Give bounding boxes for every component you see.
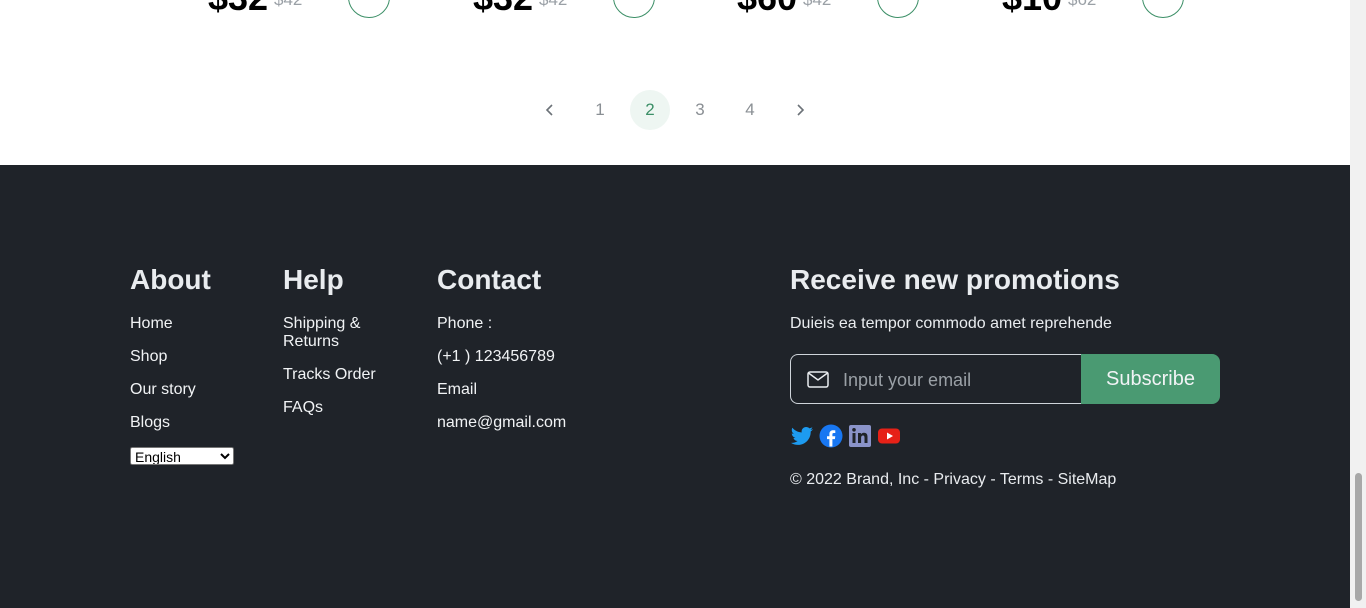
pagination-prev-button[interactable]	[530, 90, 570, 130]
social-links	[790, 424, 1230, 448]
product-price: $32	[208, 0, 268, 20]
vertical-scrollbar[interactable]	[1350, 0, 1366, 608]
chevron-left-icon	[545, 104, 553, 116]
promo-title: Receive new promotions	[790, 264, 1120, 295]
add-to-cart-button[interactable]	[613, 0, 655, 18]
contact-email: name@gmail.com	[437, 414, 567, 431]
pagination: 1 2 3 4	[530, 90, 820, 130]
contact-phone: (+1 ) 123456789	[437, 348, 555, 365]
footer-link-home[interactable]: Home	[130, 315, 173, 332]
email-field-wrapper	[790, 354, 1082, 404]
subscribe-button[interactable]: Subscribe	[1081, 354, 1220, 404]
footer-link-blogs[interactable]: Blogs	[130, 414, 170, 431]
footer-about-column: About Home Shop Our story Blogs English	[130, 263, 234, 467]
pagination-next-button[interactable]	[780, 90, 820, 130]
product-price: $32	[473, 0, 533, 20]
contact-email-label: Email	[437, 381, 478, 398]
footer-promo-section: Receive new promotions Duieis ea tempor …	[790, 263, 1230, 490]
footer-about-title: About	[130, 264, 211, 295]
footer-link-faqs[interactable]: FAQs	[283, 399, 323, 416]
product-price: $10	[1002, 0, 1062, 20]
footer-help-title: Help	[283, 264, 344, 295]
product-strip: $32 $42 $32 $42 $60 $42 $10 $62	[0, 0, 1350, 165]
chevron-right-icon	[797, 104, 805, 116]
twitter-icon[interactable]	[790, 424, 814, 448]
add-to-cart-button[interactable]	[1142, 0, 1184, 18]
cart-icon	[1156, 0, 1170, 3]
subscribe-form: Subscribe	[790, 354, 1220, 404]
terms-link[interactable]: Terms	[1000, 471, 1044, 488]
copyright-separator: -	[1043, 471, 1058, 488]
youtube-icon[interactable]	[877, 424, 901, 448]
product-price: $60	[737, 0, 797, 20]
facebook-icon[interactable]	[819, 424, 843, 448]
pagination-page[interactable]: 4	[730, 90, 770, 130]
promo-text: Duieis ea tempor commodo amet reprehende	[790, 315, 1112, 332]
privacy-link[interactable]: Privacy	[933, 471, 985, 488]
product-old-price: $42	[539, 0, 567, 10]
footer-link-shipping-returns[interactable]: Shipping & Returns	[283, 315, 360, 350]
footer-contact-column: Contact Phone : (+1 ) 123456789 Email na…	[437, 263, 566, 447]
product-old-price: $42	[274, 0, 302, 10]
scrollbar-thumb[interactable]	[1355, 473, 1362, 601]
pagination-page[interactable]: 1	[580, 90, 620, 130]
mail-icon	[807, 371, 829, 388]
product-old-price: $42	[803, 0, 831, 10]
page: $32 $42 $32 $42 $60 $42 $10 $62	[0, 0, 1350, 608]
site-footer: About Home Shop Our story Blogs English …	[0, 165, 1350, 608]
cart-icon	[362, 0, 376, 3]
contact-phone-label: Phone :	[437, 315, 493, 332]
product-card: $60 $42	[737, 0, 927, 20]
copyright-text: © 2022 Brand, Inc	[790, 471, 920, 488]
language-select[interactable]: English	[130, 447, 234, 465]
pagination-page-current[interactable]: 2	[630, 90, 670, 130]
sitemap-link[interactable]: SiteMap	[1058, 471, 1117, 488]
footer-link-shop[interactable]: Shop	[130, 348, 167, 365]
cart-icon	[627, 0, 641, 3]
add-to-cart-button[interactable]	[877, 0, 919, 18]
add-to-cart-button[interactable]	[348, 0, 390, 18]
footer-contact-title: Contact	[437, 264, 542, 295]
footer-link-our-story[interactable]: Our story	[130, 381, 196, 398]
copyright: © 2022 Brand, Inc - Privacy - Terms - Si…	[790, 470, 1230, 490]
footer-link-tracks-order[interactable]: Tracks Order	[283, 366, 376, 383]
product-card: $10 $62	[1002, 0, 1192, 20]
product-card: $32 $42	[208, 0, 398, 20]
copyright-separator: -	[919, 471, 934, 488]
cart-icon	[891, 0, 905, 3]
email-input[interactable]	[841, 365, 1075, 395]
product-card: $32 $42	[473, 0, 663, 20]
copyright-separator: -	[985, 471, 1000, 488]
footer-help-column: Help Shipping & Returns Tracks Order FAQ…	[283, 263, 393, 432]
pagination-page[interactable]: 3	[680, 90, 720, 130]
linkedin-icon[interactable]	[848, 424, 872, 448]
product-old-price: $62	[1068, 0, 1096, 10]
